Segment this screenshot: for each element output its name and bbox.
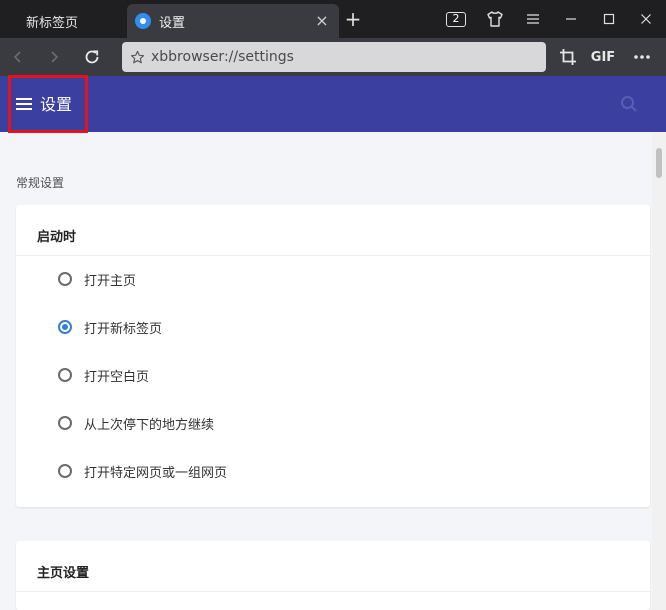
tab-new-tab[interactable]: 新标签页: [0, 4, 126, 38]
more-button[interactable]: [630, 45, 654, 69]
url-text[interactable]: xbbrowser://settings: [151, 49, 294, 65]
startup-option-blank-page[interactable]: 打开空白页: [58, 363, 149, 387]
scroll-thumb[interactable]: [656, 148, 662, 178]
radio-label: 打开空白页: [84, 369, 150, 385]
card-divider: [16, 591, 650, 592]
tab-label: 新标签页: [26, 15, 79, 31]
main-menu-button[interactable]: [521, 7, 545, 31]
more-dots-icon: [634, 55, 650, 59]
startup-card-title: 启动时: [37, 230, 77, 245]
tab-count-badge: 2: [446, 11, 466, 27]
shirt-icon: [487, 11, 503, 27]
startup-card: 启动时 打开主页 打开新标签页 打开空白页 从上次停下的地方继续 打开特定网页或…: [16, 205, 650, 507]
forward-button[interactable]: [42, 45, 66, 69]
homepage-card-title: 主页设置: [37, 566, 90, 581]
radio-button[interactable]: [58, 368, 72, 382]
startup-option-new-tab[interactable]: 打开新标签页: [58, 315, 162, 339]
browser-toolbar: xbbrowser://settings GIF: [0, 38, 666, 76]
minimize-button[interactable]: [559, 7, 583, 31]
close-icon: [641, 14, 651, 24]
menu-icon: [527, 14, 539, 24]
crop-icon: [560, 49, 576, 65]
reload-button[interactable]: [80, 45, 104, 69]
settings-header: [0, 76, 666, 132]
minimize-icon: [566, 18, 576, 20]
section-label-general: 常规设置: [16, 176, 65, 190]
radio-label: 打开主页: [84, 273, 137, 289]
arrow-right-icon: [51, 51, 59, 63]
startup-option-specific-pages[interactable]: 打开特定网页或一组网页: [58, 459, 227, 483]
star-icon[interactable]: [130, 50, 145, 65]
settings-favicon-icon: [135, 13, 151, 29]
back-button[interactable]: [6, 45, 30, 69]
tab-strip: 新标签页 设置 × + 2: [0, 0, 666, 38]
tab-label: 设置: [159, 15, 186, 31]
homepage-card: 主页设置: [16, 541, 650, 610]
radio-button[interactable]: [58, 416, 72, 430]
close-tab-icon[interactable]: ×: [313, 12, 331, 30]
address-bar[interactable]: xbbrowser://settings: [122, 42, 546, 72]
tab-count-button[interactable]: 2: [444, 7, 468, 31]
card-divider: [16, 255, 650, 256]
refresh-icon: [85, 50, 99, 64]
page-scrollbar[interactable]: [652, 132, 666, 610]
radio-label: 从上次停下的地方继续: [84, 417, 215, 433]
maximize-icon: [603, 13, 615, 25]
arrow-left-icon: [13, 51, 21, 63]
tab-settings[interactable]: 设置 ×: [127, 4, 339, 38]
radio-label: 打开特定网页或一组网页: [84, 465, 228, 481]
gif-button[interactable]: GIF: [590, 45, 616, 69]
new-tab-button[interactable]: +: [343, 9, 363, 29]
radio-button-checked[interactable]: [58, 320, 72, 334]
screenshot-button[interactable]: [556, 45, 580, 69]
search-button[interactable]: [618, 93, 640, 115]
skin-button[interactable]: [483, 7, 507, 31]
startup-option-continue[interactable]: 从上次停下的地方继续: [58, 411, 214, 435]
radio-button[interactable]: [58, 464, 72, 478]
close-window-button[interactable]: [634, 7, 658, 31]
highlight-box: [8, 75, 88, 133]
radio-label: 打开新标签页: [84, 321, 163, 337]
search-icon: [621, 96, 637, 112]
gif-label: GIF: [590, 49, 616, 65]
startup-option-homepage[interactable]: 打开主页: [58, 267, 136, 291]
maximize-button[interactable]: [597, 7, 621, 31]
radio-button[interactable]: [58, 272, 72, 286]
